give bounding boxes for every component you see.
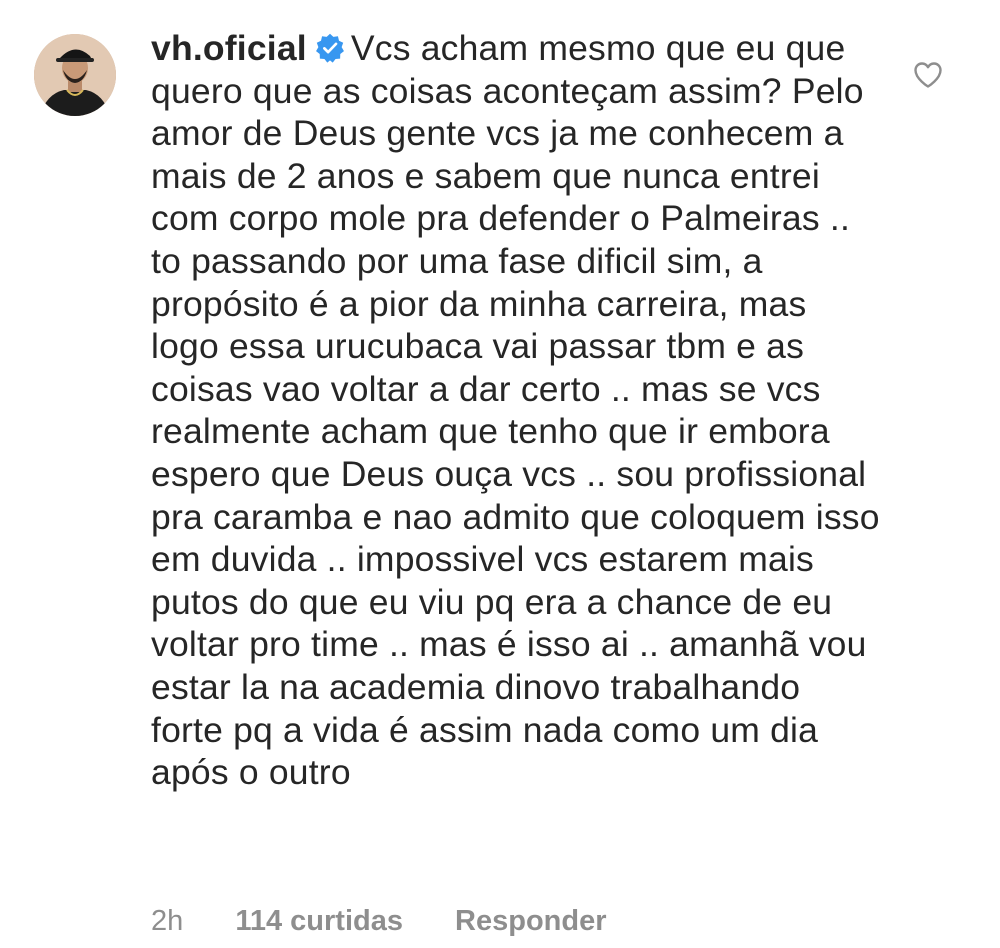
- username-link[interactable]: vh.oficial: [151, 28, 307, 68]
- avatar-image: [34, 34, 116, 116]
- heart-outline-icon[interactable]: [912, 59, 944, 91]
- comment-item: vh.oficial Vcs acham mesmo que eu que que…: [0, 0, 1000, 948]
- avatar[interactable]: [34, 34, 116, 116]
- comment-timestamp[interactable]: 2h: [151, 903, 183, 939]
- likes-count-button[interactable]: 114 curtidas: [235, 903, 403, 939]
- comment-meta: 2h 114 curtidas Responder: [151, 903, 607, 939]
- verified-badge-icon: [315, 30, 345, 63]
- comment-body: vh.oficial Vcs acham mesmo que eu que que…: [151, 27, 881, 794]
- comment-text: Vcs acham mesmo que eu que quero que as …: [151, 28, 880, 793]
- reply-button[interactable]: Responder: [455, 903, 606, 939]
